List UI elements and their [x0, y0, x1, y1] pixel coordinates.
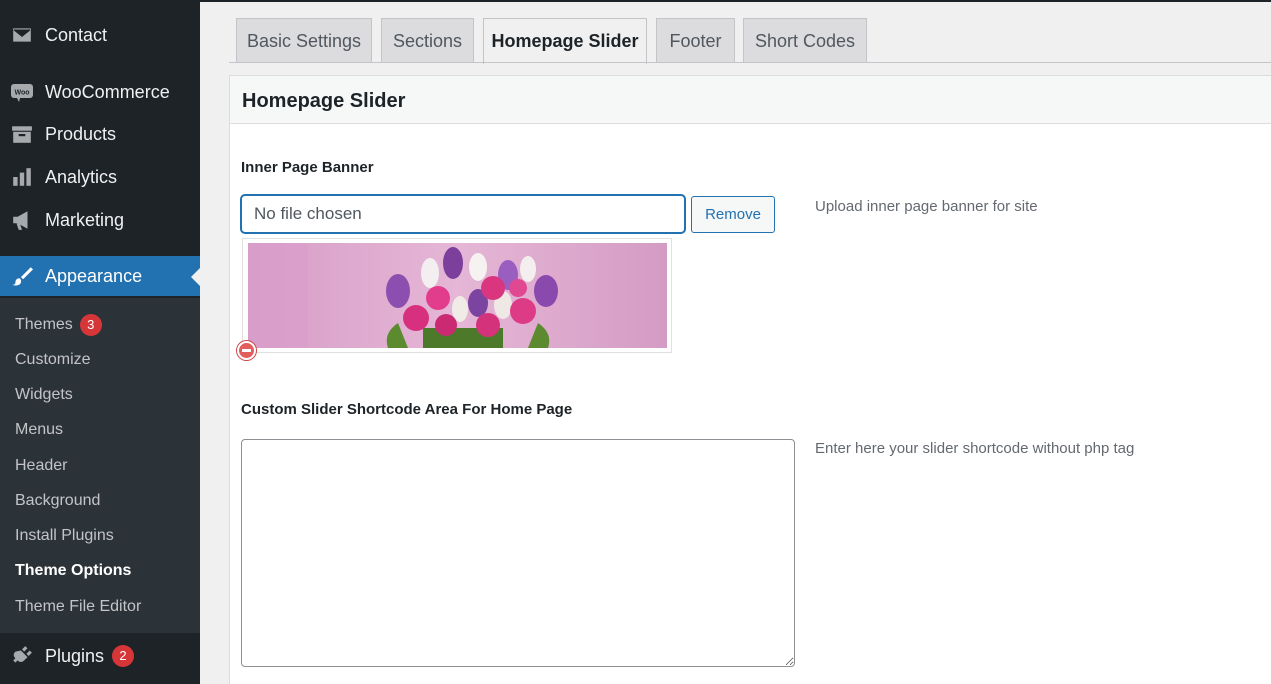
menu-item-label: Appearance: [45, 265, 143, 286]
archive-icon: [10, 122, 34, 146]
menu-item-appearance[interactable]: Appearance: [0, 256, 200, 296]
admin-bar-edge: [200, 0, 1271, 2]
inner-banner-label: Inner Page Banner: [241, 159, 374, 176]
banner-preview: [242, 238, 672, 353]
submenu-item-header[interactable]: Header: [15, 454, 67, 478]
submenu-item-widgets[interactable]: Widgets: [15, 383, 73, 407]
slider-shortcode-textarea[interactable]: [241, 439, 795, 667]
submenu-item-menus[interactable]: Menus: [15, 418, 63, 442]
plugin-icon: [10, 644, 34, 668]
file-input-value: No file chosen: [254, 204, 362, 223]
submenu-item-install-plugins[interactable]: Install Plugins: [15, 524, 114, 548]
menu-item-label: Products: [45, 123, 117, 144]
menu-item-contact[interactable]: Contact: [0, 15, 200, 55]
admin-sidebar: Contact Woo WooCommerce Products Analyti…: [0, 0, 200, 684]
menu-item-label: Contact: [45, 24, 108, 45]
menu-item-label: Marketing: [45, 209, 125, 230]
tab-footer[interactable]: Footer: [656, 18, 735, 63]
tab-homepage-slider[interactable]: Homepage Slider: [483, 18, 647, 64]
plugins-update-badge: 2: [112, 645, 135, 667]
svg-text:Woo: Woo: [14, 90, 29, 97]
menu-item-label: WooCommerce: [45, 81, 170, 102]
active-menu-arrow: [191, 268, 200, 286]
tab-sections[interactable]: Sections: [381, 18, 474, 63]
panel-header: Homepage Slider: [230, 76, 1271, 124]
tab-basic-settings[interactable]: Basic Settings: [236, 18, 372, 63]
menu-item-marketing[interactable]: Marketing: [0, 200, 200, 240]
menu-item-woocommerce[interactable]: Woo WooCommerce: [0, 72, 200, 112]
menu-item-products[interactable]: Products: [0, 114, 200, 154]
submenu-item-themes[interactable]: Themes 3: [15, 313, 102, 337]
banner-image: [248, 243, 667, 348]
appearance-submenu: Themes 3 Customize Widgets Menus Header …: [0, 298, 200, 633]
chart-bar-icon: [10, 165, 34, 189]
themes-update-badge: 3: [79, 314, 102, 336]
submenu-item-theme-options[interactable]: Theme Options: [15, 559, 131, 583]
submenu-item-customize[interactable]: Customize: [15, 348, 91, 372]
paintbrush-icon: [10, 264, 34, 288]
menu-item-plugins[interactable]: Plugins 2: [0, 636, 200, 676]
shortcode-label: Custom Slider Shortcode Area For Home Pa…: [241, 401, 573, 418]
tab-short-codes[interactable]: Short Codes: [743, 18, 867, 63]
woocommerce-icon: Woo: [10, 80, 34, 104]
menu-item-label: Analytics: [45, 166, 118, 187]
submenu-item-background[interactable]: Background: [15, 489, 100, 513]
banner-file-input[interactable]: No file chosen: [241, 195, 685, 233]
menu-item-label: Plugins: [45, 645, 105, 666]
panel-title: Homepage Slider: [242, 90, 406, 112]
tab-divider: [229, 62, 1271, 63]
menu-item-analytics[interactable]: Analytics: [0, 157, 200, 197]
megaphone-icon: [10, 208, 34, 232]
submenu-item-label: Themes: [15, 316, 73, 333]
banner-description: Upload inner page banner for site: [815, 198, 1038, 215]
remove-button[interactable]: Remove: [691, 196, 775, 233]
remove-image-icon[interactable]: [237, 341, 256, 360]
mail-icon: [10, 23, 34, 47]
shortcode-description: Enter here your slider shortcode without…: [815, 440, 1135, 457]
submenu-item-theme-file-editor[interactable]: Theme File Editor: [15, 595, 141, 619]
